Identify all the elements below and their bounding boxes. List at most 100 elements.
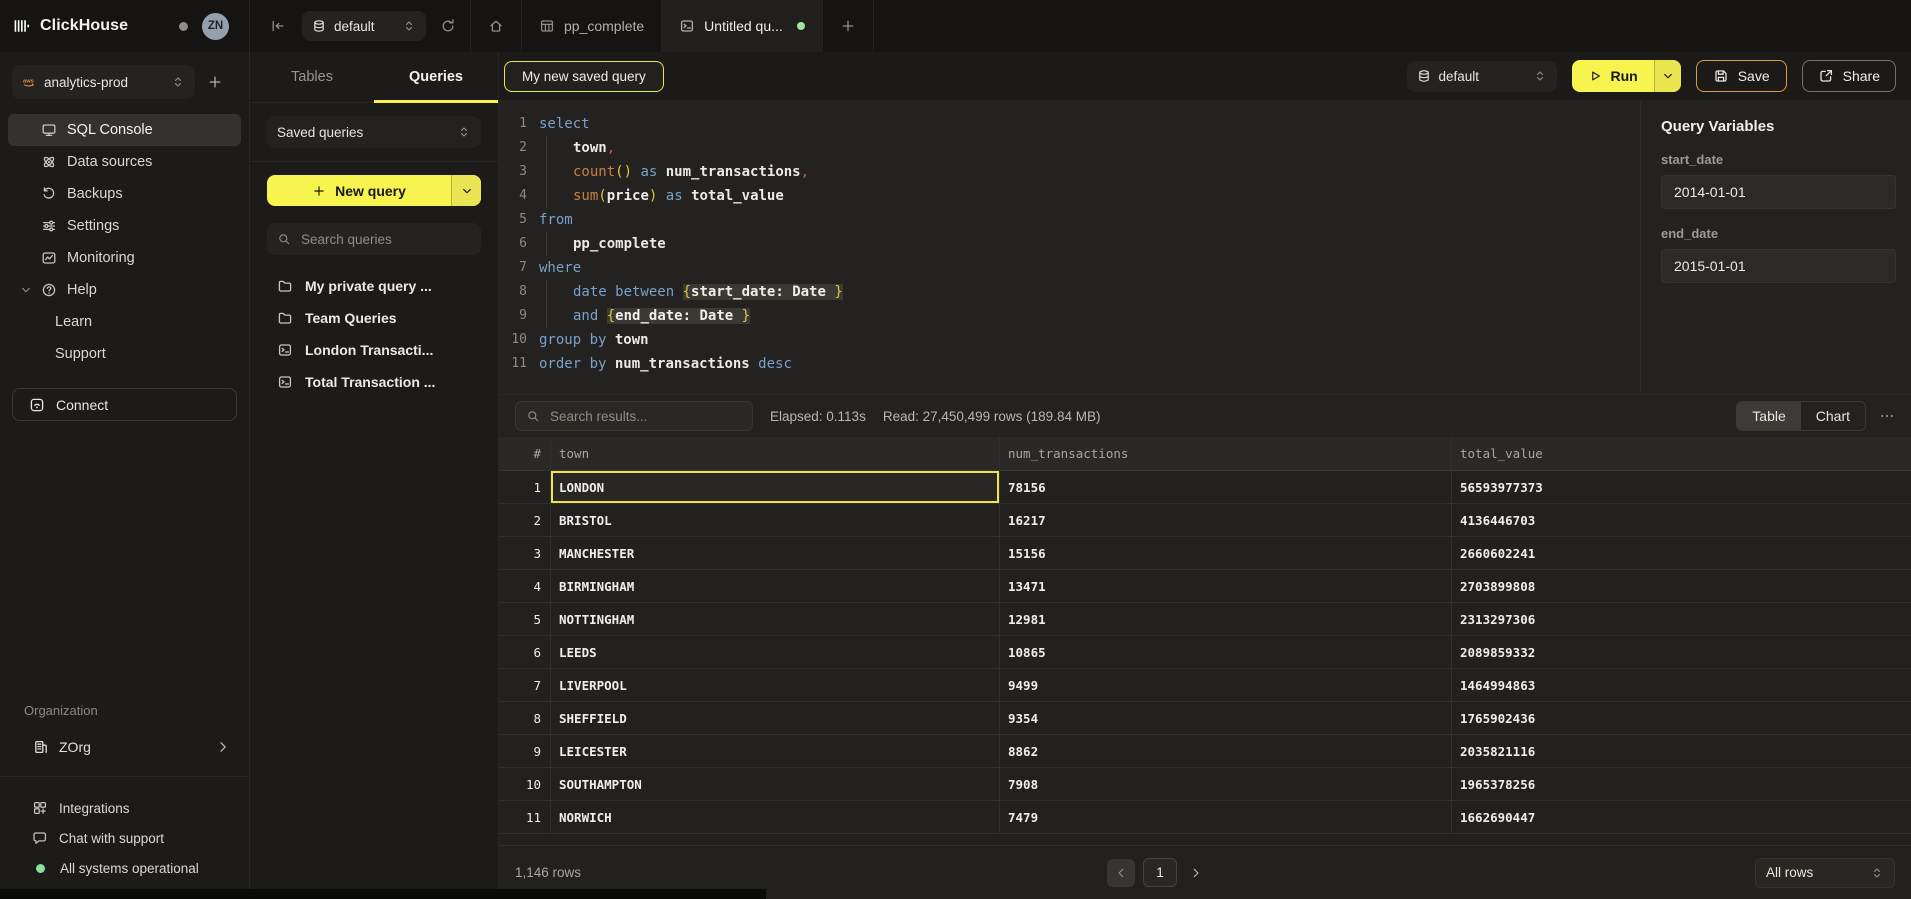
search-results-input[interactable]: [548, 408, 742, 425]
query-list-item-london-transacti[interactable]: London Transacti...: [267, 334, 481, 366]
table-cell[interactable]: 9354: [1000, 702, 1452, 734]
table-cell[interactable]: NORWICH: [551, 801, 1000, 833]
share-button[interactable]: Share: [1802, 60, 1896, 92]
sidebar-item-data-sources[interactable]: Data sources: [8, 146, 241, 178]
code-line[interactable]: 4 sum(price) as total_value: [499, 184, 1640, 208]
table-row[interactable]: 7 LIVERPOOL 9499 1464994863: [499, 669, 1911, 702]
table-cell[interactable]: 7479: [1000, 801, 1452, 833]
column-header[interactable]: total_value: [1452, 437, 1911, 470]
sidebar-footer-chat-with-support[interactable]: Chat with support: [0, 823, 249, 853]
code-line[interactable]: 11 order by num_transactions desc: [499, 352, 1640, 376]
table-cell[interactable]: MANCHESTER: [551, 537, 1000, 569]
column-header[interactable]: town: [551, 437, 1000, 470]
table-cell[interactable]: 15156: [1000, 537, 1452, 569]
avatar[interactable]: ZN: [202, 13, 229, 40]
table-cell[interactable]: LONDON: [551, 471, 1000, 503]
code-line[interactable]: 8 date between {start_date: Date }: [499, 280, 1640, 304]
table-cell[interactable]: 1765902436: [1452, 702, 1911, 734]
table-row[interactable]: 10 SOUTHAMPTON 7908 1965378256: [499, 768, 1911, 801]
sidebar-footer-all-systems-operational[interactable]: All systems operational: [0, 853, 249, 883]
table-cell[interactable]: 4136446703: [1452, 504, 1911, 536]
saved-queries-selector[interactable]: Saved queries: [267, 116, 481, 148]
more-options-icon[interactable]: [1879, 408, 1895, 424]
page-size-selector[interactable]: All rows: [1755, 858, 1895, 888]
new-query-button[interactable]: New query: [267, 175, 481, 206]
table-cell[interactable]: SHEFFIELD: [551, 702, 1000, 734]
code-line[interactable]: 5 from: [499, 208, 1640, 232]
table-cell[interactable]: 2035821116: [1452, 735, 1911, 767]
table-cell[interactable]: 12981: [1000, 603, 1452, 635]
table-cell[interactable]: 1464994863: [1452, 669, 1911, 701]
table-cell[interactable]: 10865: [1000, 636, 1452, 668]
prev-page-button[interactable]: [1107, 859, 1135, 887]
sidebar-item-monitoring[interactable]: Monitoring: [8, 242, 241, 274]
table-cell[interactable]: LEEDS: [551, 636, 1000, 668]
table-row[interactable]: 8 SHEFFIELD 9354 1765902436: [499, 702, 1911, 735]
table-cell[interactable]: 16217: [1000, 504, 1452, 536]
table-cell[interactable]: 8862: [1000, 735, 1452, 767]
table-cell[interactable]: 1965378256: [1452, 768, 1911, 800]
saved-query-tab[interactable]: My new saved query: [504, 61, 664, 92]
workspace-selector[interactable]: aws analytics-prod: [12, 65, 195, 99]
table-row[interactable]: 2 BRISTOL 16217 4136446703: [499, 504, 1911, 537]
table-cell[interactable]: LIVERPOOL: [551, 669, 1000, 701]
code-line[interactable]: 10 group by town: [499, 328, 1640, 352]
search-queries-input[interactable]: [299, 231, 471, 248]
table-cell[interactable]: LEICESTER: [551, 735, 1000, 767]
table-row[interactable]: 9 LEICESTER 8862 2035821116: [499, 735, 1911, 768]
editor-database-selector[interactable]: default: [1407, 61, 1557, 92]
database-selector[interactable]: default: [302, 11, 426, 41]
run-options-button[interactable]: [1654, 60, 1681, 92]
table-cell[interactable]: 78156: [1000, 471, 1452, 503]
save-button[interactable]: Save: [1696, 60, 1787, 92]
connect-button[interactable]: Connect: [12, 388, 237, 421]
table-cell[interactable]: 13471: [1000, 570, 1452, 602]
table-row[interactable]: 6 LEEDS 10865 2089859332: [499, 636, 1911, 669]
status-dot-icon[interactable]: [179, 22, 188, 31]
table-cell[interactable]: 2313297306: [1452, 603, 1911, 635]
tab-untitled-query[interactable]: Untitled qu...: [661, 0, 822, 52]
column-header[interactable]: #: [499, 437, 551, 470]
table-cell[interactable]: 2660602241: [1452, 537, 1911, 569]
table-cell[interactable]: 2703899808: [1452, 570, 1911, 602]
column-header[interactable]: num_transactions: [1000, 437, 1452, 470]
start-date-input[interactable]: [1661, 175, 1896, 209]
table-row[interactable]: 11 NORWICH 7479 1662690447: [499, 801, 1911, 834]
query-list-item-my-private-query[interactable]: My private query ...: [267, 270, 481, 302]
add-service-button[interactable]: [207, 74, 223, 90]
sidebar-item-backups[interactable]: Backups: [8, 178, 241, 210]
refresh-icon[interactable]: [440, 18, 456, 34]
table-row[interactable]: 1 LONDON 78156 56593977373: [499, 471, 1911, 504]
table-cell[interactable]: 9499: [1000, 669, 1452, 701]
run-button[interactable]: Run: [1572, 60, 1681, 92]
code-line[interactable]: 9 and {end_date: Date }: [499, 304, 1640, 328]
table-row[interactable]: 5 NOTTINGHAM 12981 2313297306: [499, 603, 1911, 636]
sidebar-item-settings[interactable]: Settings: [8, 210, 241, 242]
table-cell[interactable]: 1662690447: [1452, 801, 1911, 833]
table-cell[interactable]: SOUTHAMPTON: [551, 768, 1000, 800]
table-cell[interactable]: BIRMINGHAM: [551, 570, 1000, 602]
code-line[interactable]: 1 select: [499, 112, 1640, 136]
code-line[interactable]: 3 count() as num_transactions,: [499, 160, 1640, 184]
sidebar-item-help[interactable]: Help: [8, 274, 241, 306]
tab-home[interactable]: [470, 0, 521, 52]
organization-switcher[interactable]: ZOrg: [0, 730, 249, 764]
table-row[interactable]: 3 MANCHESTER 15156 2660602241: [499, 537, 1911, 570]
tab-queries[interactable]: Queries: [374, 52, 498, 102]
new-tab-button[interactable]: [822, 0, 874, 52]
query-list-item-total-transaction[interactable]: Total Transaction ...: [267, 366, 481, 398]
table-cell[interactable]: BRISTOL: [551, 504, 1000, 536]
next-page-button[interactable]: [1185, 862, 1207, 884]
sidebar-item-learn[interactable]: Learn: [8, 306, 241, 338]
code-line[interactable]: 7 where: [499, 256, 1640, 280]
code-line[interactable]: 2 town,: [499, 136, 1640, 160]
tab-tables[interactable]: Tables: [250, 52, 374, 102]
view-table-button[interactable]: Table: [1737, 402, 1800, 430]
sidebar-item-support[interactable]: Support: [8, 338, 241, 370]
table-cell[interactable]: NOTTINGHAM: [551, 603, 1000, 635]
table-cell[interactable]: 7908: [1000, 768, 1452, 800]
table-cell[interactable]: 56593977373: [1452, 471, 1911, 503]
collapse-sidebar-icon[interactable]: [270, 18, 286, 34]
tab-pp-complete[interactable]: pp_complete: [521, 0, 661, 52]
code-line[interactable]: 6 pp_complete: [499, 232, 1640, 256]
